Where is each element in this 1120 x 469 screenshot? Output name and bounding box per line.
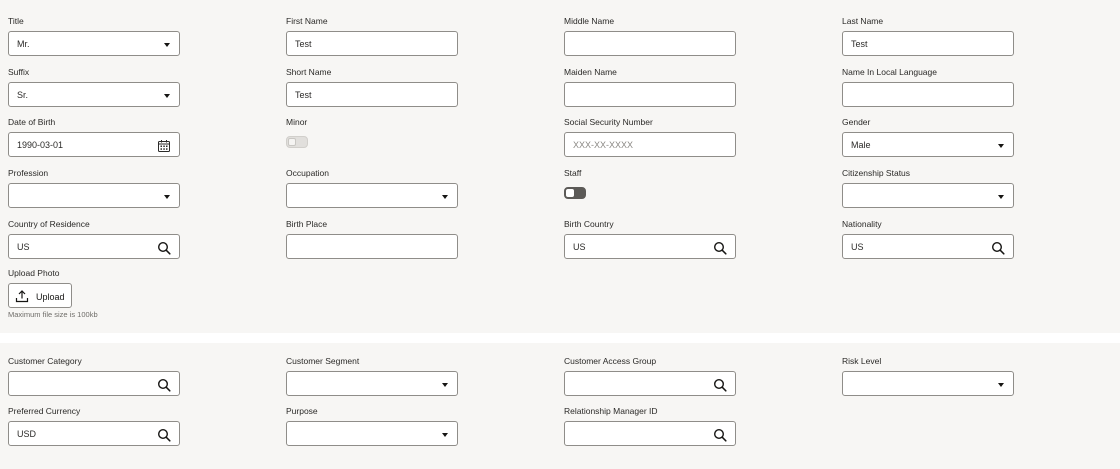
nationality-value: US bbox=[851, 242, 864, 252]
purpose-label: Purpose bbox=[286, 406, 318, 416]
maiden-name-label: Maiden Name bbox=[564, 67, 617, 77]
first-name-label: First Name bbox=[286, 16, 328, 26]
toggle-knob bbox=[566, 189, 574, 197]
chevron-down-icon bbox=[164, 94, 170, 98]
search-icon[interactable] bbox=[713, 378, 727, 392]
first-name-input[interactable]: Test bbox=[286, 31, 458, 56]
relationship-manager-label: Relationship Manager ID bbox=[564, 406, 658, 416]
profession-label: Profession bbox=[8, 168, 49, 178]
chevron-down-icon bbox=[998, 383, 1004, 387]
birth-place-input[interactable] bbox=[286, 234, 458, 259]
customer-category-label: Customer Category bbox=[8, 356, 82, 366]
maiden-name-input[interactable] bbox=[564, 82, 736, 107]
last-name-input[interactable]: Test bbox=[842, 31, 1014, 56]
staff-toggle[interactable] bbox=[564, 187, 586, 199]
birth-country-value: US bbox=[573, 242, 586, 252]
suffix-select[interactable]: Sr. bbox=[8, 82, 180, 107]
upload-button[interactable]: Upload bbox=[8, 283, 72, 308]
minor-label: Minor bbox=[286, 117, 308, 127]
suffix-label: Suffix bbox=[8, 67, 30, 77]
upload-button-label: Upload bbox=[36, 292, 65, 302]
occupation-label: Occupation bbox=[286, 168, 329, 178]
search-icon[interactable] bbox=[991, 241, 1005, 255]
upload-icon bbox=[15, 290, 29, 303]
nationality-input[interactable]: US bbox=[842, 234, 1014, 259]
title-label: Title bbox=[8, 16, 24, 26]
ssn-label: Social Security Number bbox=[564, 117, 653, 127]
preferred-currency-label: Preferred Currency bbox=[8, 406, 81, 416]
short-name-value: Test bbox=[295, 90, 312, 100]
chevron-down-icon bbox=[442, 383, 448, 387]
citizenship-label: Citizenship Status bbox=[842, 168, 911, 178]
customer-access-group-label: Customer Access Group bbox=[564, 356, 657, 366]
profession-select[interactable] bbox=[8, 183, 180, 208]
chevron-down-icon bbox=[164, 195, 170, 199]
suffix-value: Sr. bbox=[17, 90, 29, 100]
toggle-knob bbox=[288, 138, 296, 146]
customer-details-section: Customer Category Customer Segment Custo… bbox=[0, 343, 1120, 469]
preferred-currency-value: USD bbox=[17, 429, 37, 439]
citizenship-select[interactable] bbox=[842, 183, 1014, 208]
short-name-input[interactable]: Test bbox=[286, 82, 458, 107]
calendar-icon[interactable] bbox=[157, 139, 171, 153]
birth-country-input[interactable]: US bbox=[564, 234, 736, 259]
personal-details-section: Title Mr. First Name Test Middle Name La… bbox=[0, 0, 1120, 333]
birth-country-label: Birth Country bbox=[564, 219, 614, 229]
local-name-input[interactable] bbox=[842, 82, 1014, 107]
gender-label: Gender bbox=[842, 117, 871, 127]
upload-size-hint: Maximum file size is 100kb bbox=[8, 310, 98, 319]
chevron-down-icon bbox=[998, 195, 1004, 199]
gender-select[interactable]: Male bbox=[842, 132, 1014, 157]
preferred-currency-input[interactable]: USD bbox=[8, 421, 180, 446]
search-icon[interactable] bbox=[157, 378, 171, 392]
ssn-input[interactable]: XXX-XX-XXXX bbox=[564, 132, 736, 157]
gender-value: Male bbox=[851, 140, 871, 150]
relationship-manager-input[interactable] bbox=[564, 421, 736, 446]
dob-label: Date of Birth bbox=[8, 117, 56, 127]
ssn-placeholder: XXX-XX-XXXX bbox=[573, 140, 634, 150]
occupation-select[interactable] bbox=[286, 183, 458, 208]
chevron-down-icon bbox=[998, 144, 1004, 148]
search-icon[interactable] bbox=[157, 428, 171, 442]
last-name-label: Last Name bbox=[842, 16, 884, 26]
section-divider bbox=[0, 333, 1120, 343]
customer-access-group-input[interactable] bbox=[564, 371, 736, 396]
search-icon[interactable] bbox=[713, 241, 727, 255]
risk-level-select[interactable] bbox=[842, 371, 1014, 396]
customer-segment-select[interactable] bbox=[286, 371, 458, 396]
last-name-value: Test bbox=[851, 39, 868, 49]
staff-label: Staff bbox=[564, 168, 582, 178]
nationality-label: Nationality bbox=[842, 219, 882, 229]
local-name-label: Name In Local Language bbox=[842, 67, 937, 77]
chevron-down-icon bbox=[442, 433, 448, 437]
search-icon[interactable] bbox=[713, 428, 727, 442]
first-name-value: Test bbox=[295, 39, 312, 49]
dob-input[interactable]: 1990-03-01 bbox=[8, 132, 180, 157]
country-residence-input[interactable]: US bbox=[8, 234, 180, 259]
title-value: Mr. bbox=[17, 39, 30, 49]
short-name-label: Short Name bbox=[286, 67, 332, 77]
purpose-select[interactable] bbox=[286, 421, 458, 446]
dob-value: 1990-03-01 bbox=[17, 140, 64, 150]
risk-level-label: Risk Level bbox=[842, 356, 882, 366]
middle-name-input[interactable] bbox=[564, 31, 736, 56]
middle-name-label: Middle Name bbox=[564, 16, 615, 26]
upload-photo-label: Upload Photo bbox=[8, 268, 60, 278]
title-select[interactable]: Mr. bbox=[8, 31, 180, 56]
country-residence-label: Country of Residence bbox=[8, 219, 90, 229]
customer-segment-label: Customer Segment bbox=[286, 356, 360, 366]
minor-toggle[interactable] bbox=[286, 136, 308, 148]
chevron-down-icon bbox=[442, 195, 448, 199]
customer-category-input[interactable] bbox=[8, 371, 180, 396]
search-icon[interactable] bbox=[157, 241, 171, 255]
chevron-down-icon bbox=[164, 43, 170, 47]
birth-place-label: Birth Place bbox=[286, 219, 328, 229]
country-residence-value: US bbox=[17, 242, 30, 252]
